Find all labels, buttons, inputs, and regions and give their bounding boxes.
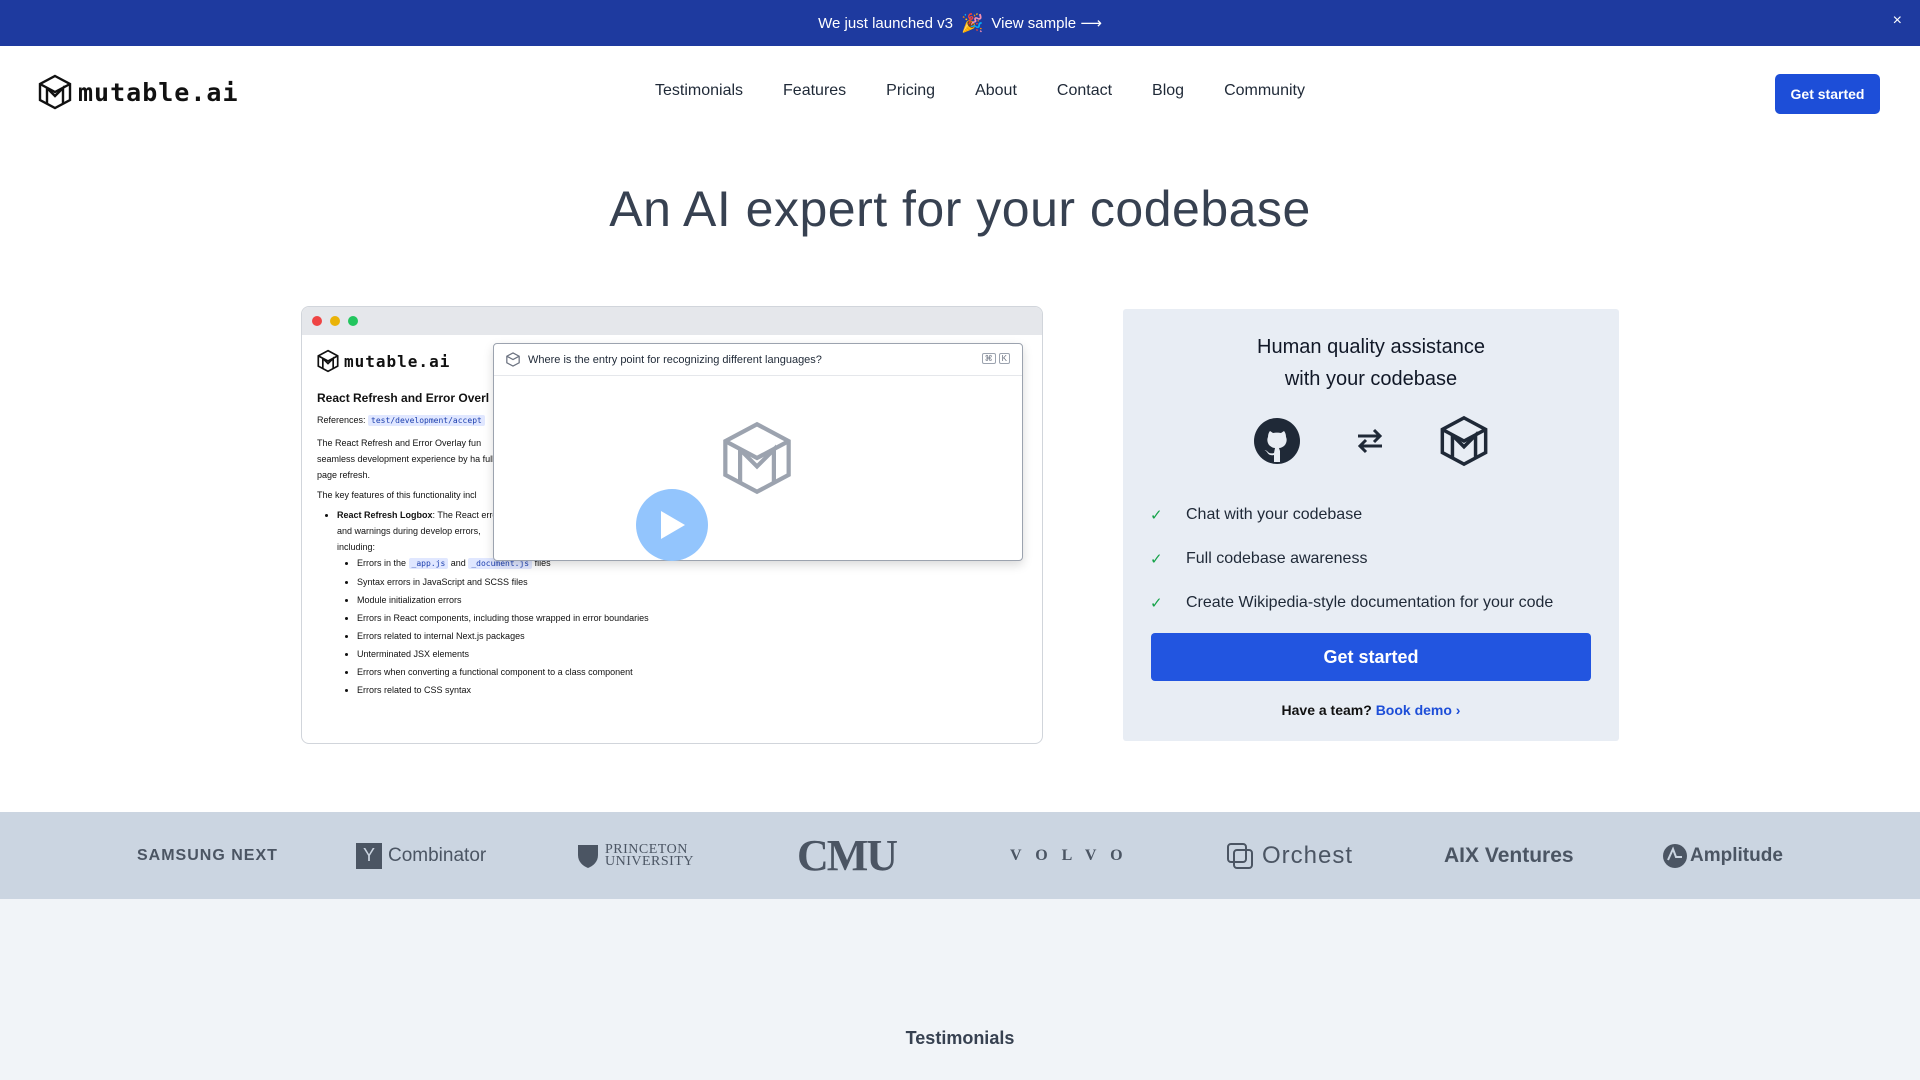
list-item: React Refresh Logbox: The React errors a… (337, 507, 649, 698)
volvo-logo: VOLVO (1010, 812, 1137, 899)
demo-brand-name: mutable.ai (344, 351, 451, 371)
announcement-bar: We just launched v3 🎉 View sample ⟶ × (0, 0, 1920, 46)
amplitude-circle-icon (1663, 843, 1687, 868)
card-title: Human quality assistance with your codeb… (1123, 331, 1619, 395)
cmu-logo: CMU (797, 812, 898, 899)
mutable-logo-icon (317, 349, 339, 373)
logo-text: SAMSUNG NEXT (137, 846, 278, 864)
play-button[interactable] (636, 489, 708, 561)
refs-code-link[interactable]: test/development/accept (368, 415, 485, 426)
orchest-logo: Orchest (1226, 812, 1353, 899)
logo-text: VOLVO (1010, 846, 1137, 864)
samsung-next-logo: SAMSUNG NEXT (137, 812, 278, 899)
get-started-button[interactable]: Get started (1151, 633, 1591, 681)
loading-logo-icon (723, 421, 791, 495)
book-demo-link[interactable]: Book demo › (1376, 702, 1461, 718)
announcement-text: We just launched v3 (818, 14, 953, 32)
logo-text: Amplitude (1690, 844, 1783, 866)
mutable-logo-icon (1440, 415, 1488, 467)
princeton-logo: PRINCETON UNIVERSITY (577, 812, 694, 899)
y-combinator-logo: Y Combinator (356, 812, 486, 899)
testimonials-section: Testimonials (0, 899, 1920, 1080)
doc-paragraph: The key features of this functionality i… (317, 490, 477, 500)
search-popup[interactable]: Where is the entry point for recognizing… (493, 343, 1023, 561)
feature-item: ✓ Create Wikipedia-style documentation f… (1150, 581, 1553, 625)
list-item: Errors when converting a functional comp… (357, 664, 737, 680)
card-title-line: with your codebase (1284, 368, 1458, 390)
play-icon (661, 511, 685, 539)
list-item: Module initialization errors (357, 592, 737, 608)
shortcut-keys: ⌘ K (981, 353, 1010, 364)
signup-card: Human quality assistance with your codeb… (1123, 309, 1619, 741)
popup-header: Where is the entry point for recognizing… (494, 344, 1022, 376)
minimize-dot-icon (330, 316, 340, 326)
header-get-started-button[interactable]: Get started (1775, 74, 1880, 114)
hero-title: An AI expert for your codebase (609, 181, 1311, 237)
main-nav: Testimonials Features Pricing About Cont… (655, 82, 1345, 100)
check-icon: ✓ (1150, 507, 1163, 524)
logo-text: Combinator (388, 844, 487, 866)
code-link[interactable]: _app.js (408, 558, 449, 569)
princeton-shield-icon (578, 844, 598, 868)
nav-about[interactable]: About (975, 82, 1017, 100)
site-header: mutable.ai Testimonials Features Pricing… (0, 46, 1920, 142)
feature-text: Create Wikipedia-style documentation for… (1186, 594, 1554, 611)
list-item: Unterminated JSX elements (357, 646, 737, 662)
feature-list: ✓ Chat with your codebase ✓ Full codebas… (1150, 493, 1553, 625)
team-prompt: Have a team? Book demo › (1123, 702, 1619, 718)
feature-text: Full codebase awareness (1186, 550, 1368, 567)
logo-text: PRINCETON UNIVERSITY (605, 842, 694, 869)
view-sample-link[interactable]: View sample ⟶ (991, 14, 1101, 32)
party-icon: 🎉 (960, 12, 984, 33)
list-item: Syntax errors in JavaScript and SCSS fil… (357, 574, 737, 590)
check-icon: ✓ (1150, 595, 1163, 612)
nav-blog[interactable]: Blog (1152, 82, 1184, 100)
maximize-dot-icon (348, 316, 358, 326)
list-item: Errors related to CSS syntax (357, 682, 737, 698)
sub-list: Errors in the _app.js and _document.js f… (337, 555, 737, 698)
nav-testimonials[interactable]: Testimonials (655, 82, 743, 100)
close-icon[interactable]: × (1893, 12, 1902, 30)
nav-features[interactable]: Features (783, 82, 846, 100)
k-key: K (998, 353, 1010, 364)
testimonials-heading: Testimonials (905, 1028, 1015, 1048)
amplitude-logo: Amplitude (1662, 812, 1783, 899)
item-text: Errors in the (357, 558, 407, 568)
nav-community[interactable]: Community (1224, 82, 1305, 100)
logo-text: CMU (797, 831, 898, 880)
doc-paragraph: The React Refresh and Error Overlay fun … (317, 438, 495, 480)
bullet-title: React Refresh Logbox (337, 510, 433, 520)
close-dot-icon (312, 316, 322, 326)
investor-logos: SAMSUNG NEXT Y Combinator PRINCETON UNIV… (0, 812, 1920, 899)
popup-question[interactable]: Where is the entry point for recognizing… (528, 354, 822, 366)
nav-contact[interactable]: Contact (1057, 82, 1112, 100)
logo-text: AIX Ventures (1444, 843, 1574, 867)
window-titlebar (302, 307, 1042, 335)
card-title-line: Human quality assistance (1257, 336, 1485, 358)
item-text: and (450, 558, 466, 568)
feature-item: ✓ Full codebase awareness (1150, 537, 1553, 581)
feature-item: ✓ Chat with your codebase (1150, 493, 1553, 537)
princeton-line: UNIVERSITY (605, 853, 694, 869)
nav-pricing[interactable]: Pricing (886, 82, 935, 100)
check-icon: ✓ (1150, 551, 1163, 568)
github-icon (1254, 418, 1300, 464)
list-item: Errors in React components, including th… (357, 610, 737, 626)
feature-text: Chat with your codebase (1186, 506, 1363, 523)
aix-ventures-logo: AIX Ventures (1444, 812, 1574, 899)
integration-icons (1123, 415, 1619, 467)
logo-text: Orchest (1262, 841, 1354, 869)
yc-box-icon: Y (356, 842, 382, 869)
refs-label: References: (317, 415, 366, 425)
orchest-squares-icon (1227, 842, 1253, 869)
mutable-logo-icon (38, 74, 72, 110)
brand-name: mutable.ai (78, 77, 239, 107)
list-item: Errors related to internal Next.js packa… (357, 628, 737, 644)
swap-arrows-icon (1357, 428, 1383, 454)
cmd-key: ⌘ (981, 353, 996, 364)
mutable-logo-icon (506, 352, 520, 367)
brand-logo[interactable]: mutable.ai (38, 74, 239, 110)
team-text: Have a team? (1281, 702, 1372, 718)
